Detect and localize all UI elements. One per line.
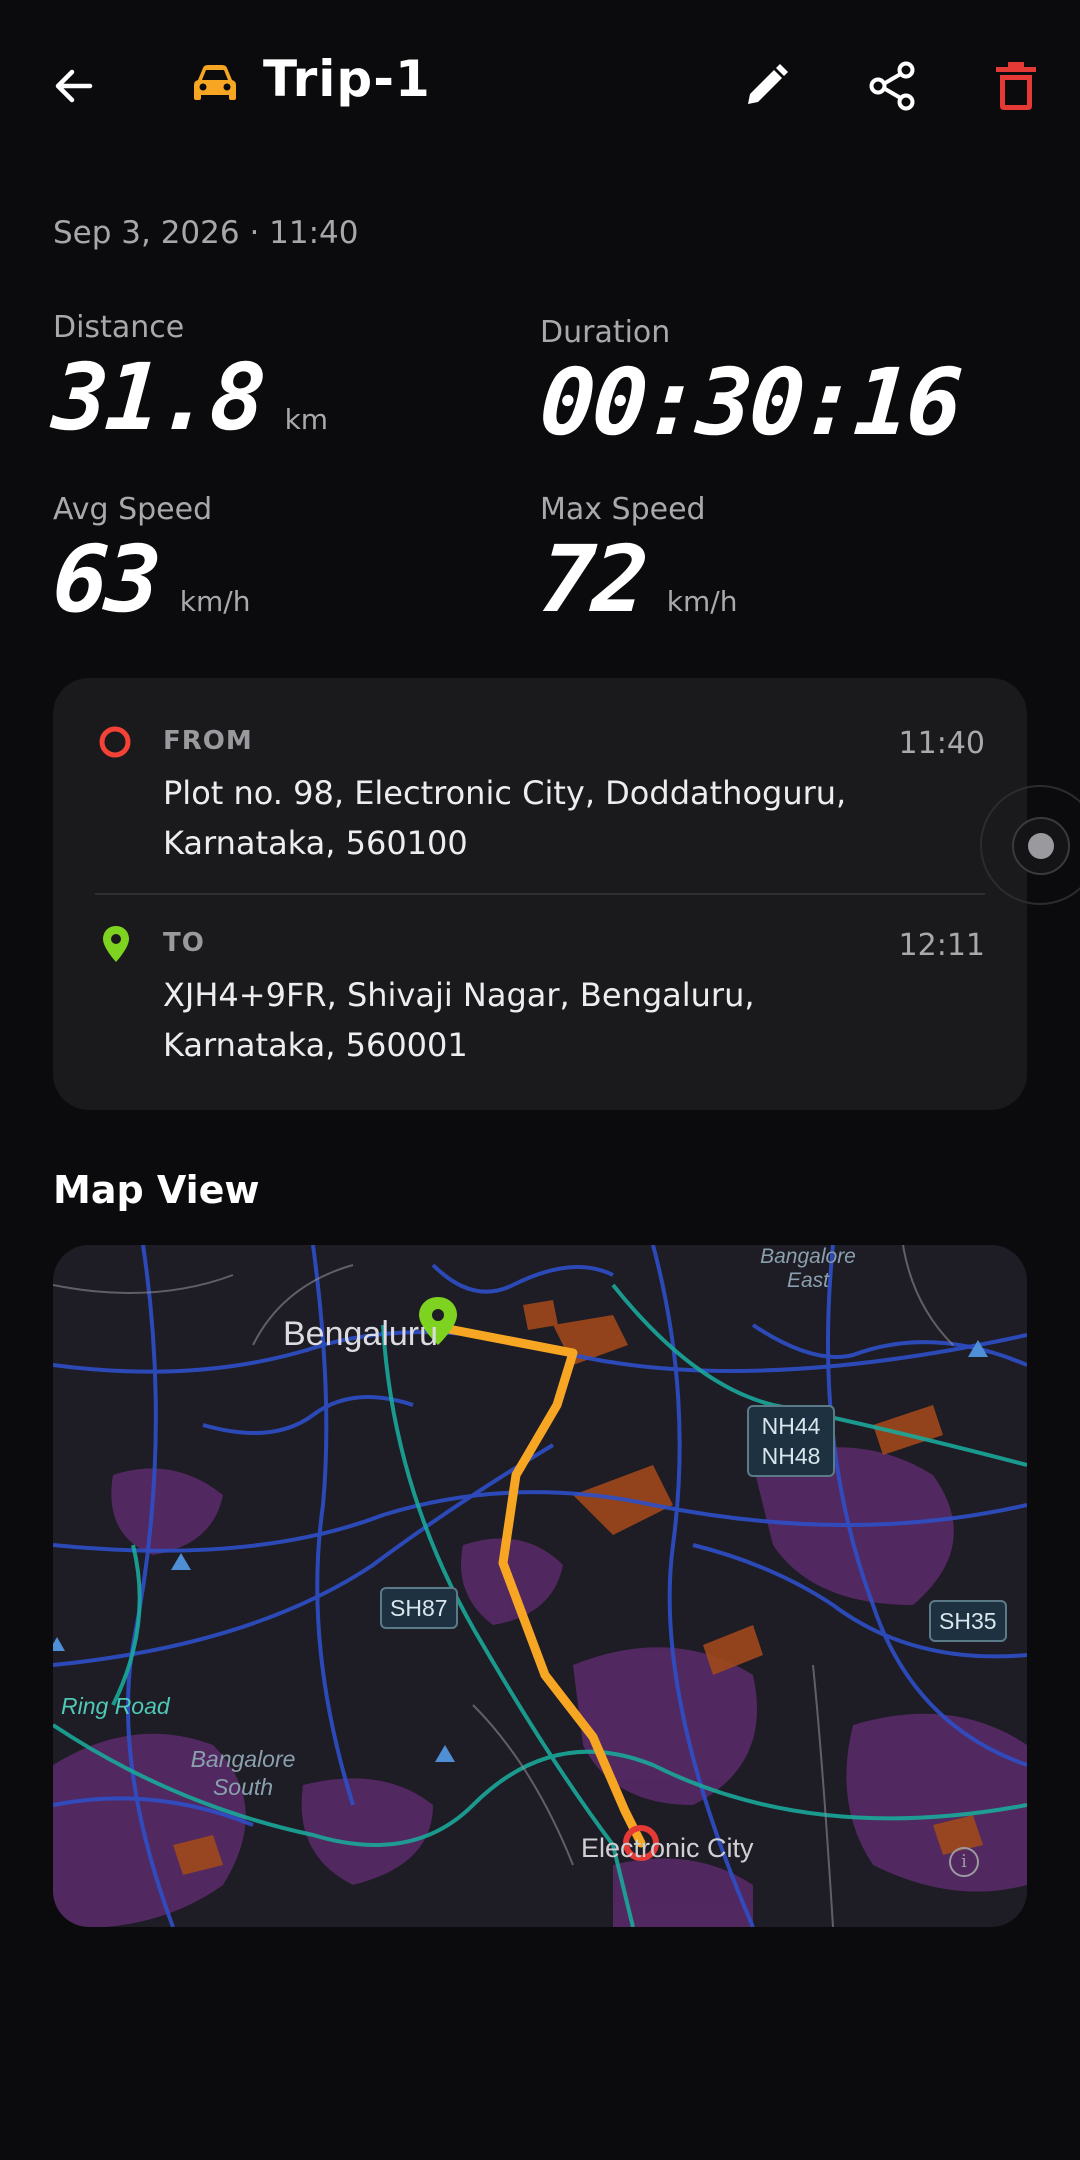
destination-pin-icon [103, 926, 129, 962]
to-time: 12:11 [898, 928, 985, 963]
map-section-title: Map View [53, 1168, 260, 1212]
avg-speed-value: 63 [49, 526, 162, 633]
duration-label: Duration [540, 315, 671, 350]
from-label: FROM [163, 726, 253, 756]
route-card: FROM 11:40 Plot no. 98, Electronic City,… [53, 678, 1027, 1110]
from-address: Plot no. 98, Electronic City, Doddathogu… [163, 774, 847, 862]
origin-circle-icon [99, 726, 131, 758]
route-map[interactable]: Bengaluru Bangalore East Bangalore South… [53, 1245, 1027, 1927]
car-icon [190, 62, 240, 110]
avg-speed-stat: 63 km/h [49, 526, 251, 633]
map-shield-sh35: SH35 [929, 1600, 1007, 1642]
max-speed-value: 72 [536, 526, 649, 633]
trip-date: Sep 3, 2026 · 11:40 [53, 215, 359, 251]
duration-value: 00:30:16 [536, 349, 963, 456]
map-attribution-info-icon[interactable]: i [949, 1847, 979, 1877]
delete-button[interactable] [972, 42, 1060, 130]
map-label-bengaluru: Bengaluru [283, 1315, 439, 1353]
from-time: 11:40 [898, 726, 985, 761]
to-address: XJH4+9FR, Shivaji Nagar, Bengaluru, Karn… [163, 976, 755, 1064]
distance-unit: km [284, 403, 329, 436]
map-shield-nh44-nh48: NH44 NH48 [747, 1405, 835, 1477]
max-speed-unit: km/h [666, 585, 738, 618]
trash-icon [996, 62, 1036, 110]
map-label-ring-road: Ring Road [61, 1693, 170, 1719]
max-speed-label: Max Speed [540, 492, 706, 527]
distance-stat: 31.8 km [49, 344, 329, 451]
share-icon [869, 61, 915, 111]
edit-button[interactable] [722, 42, 810, 130]
arrow-left-icon [55, 69, 93, 103]
trip-title: Trip-1 [263, 50, 431, 108]
distance-value: 31.8 [49, 344, 267, 451]
map-canvas [53, 1245, 1027, 1927]
to-label: TO [163, 928, 205, 958]
assist-inner-ring [1012, 817, 1070, 875]
map-shield-sh87: SH87 [380, 1587, 458, 1629]
share-button[interactable] [848, 42, 936, 130]
map-label-bangalore-south: Bangalore South [190, 1746, 296, 1800]
top-app-bar: Trip-1 [0, 0, 1080, 175]
avg-speed-label: Avg Speed [53, 492, 213, 527]
map-label-bangalore-east: Bangalore East [760, 1245, 856, 1292]
back-button[interactable] [30, 42, 118, 130]
avg-speed-unit: km/h [179, 585, 251, 618]
pencil-icon [748, 64, 788, 104]
duration-stat: 00:30:16 [536, 349, 963, 456]
assist-dot [1028, 833, 1054, 859]
distance-label: Distance [53, 310, 185, 345]
map-label-electronic-city: Electronic City [581, 1833, 754, 1863]
route-divider [95, 893, 985, 895]
max-speed-stat: 72 km/h [536, 526, 738, 633]
